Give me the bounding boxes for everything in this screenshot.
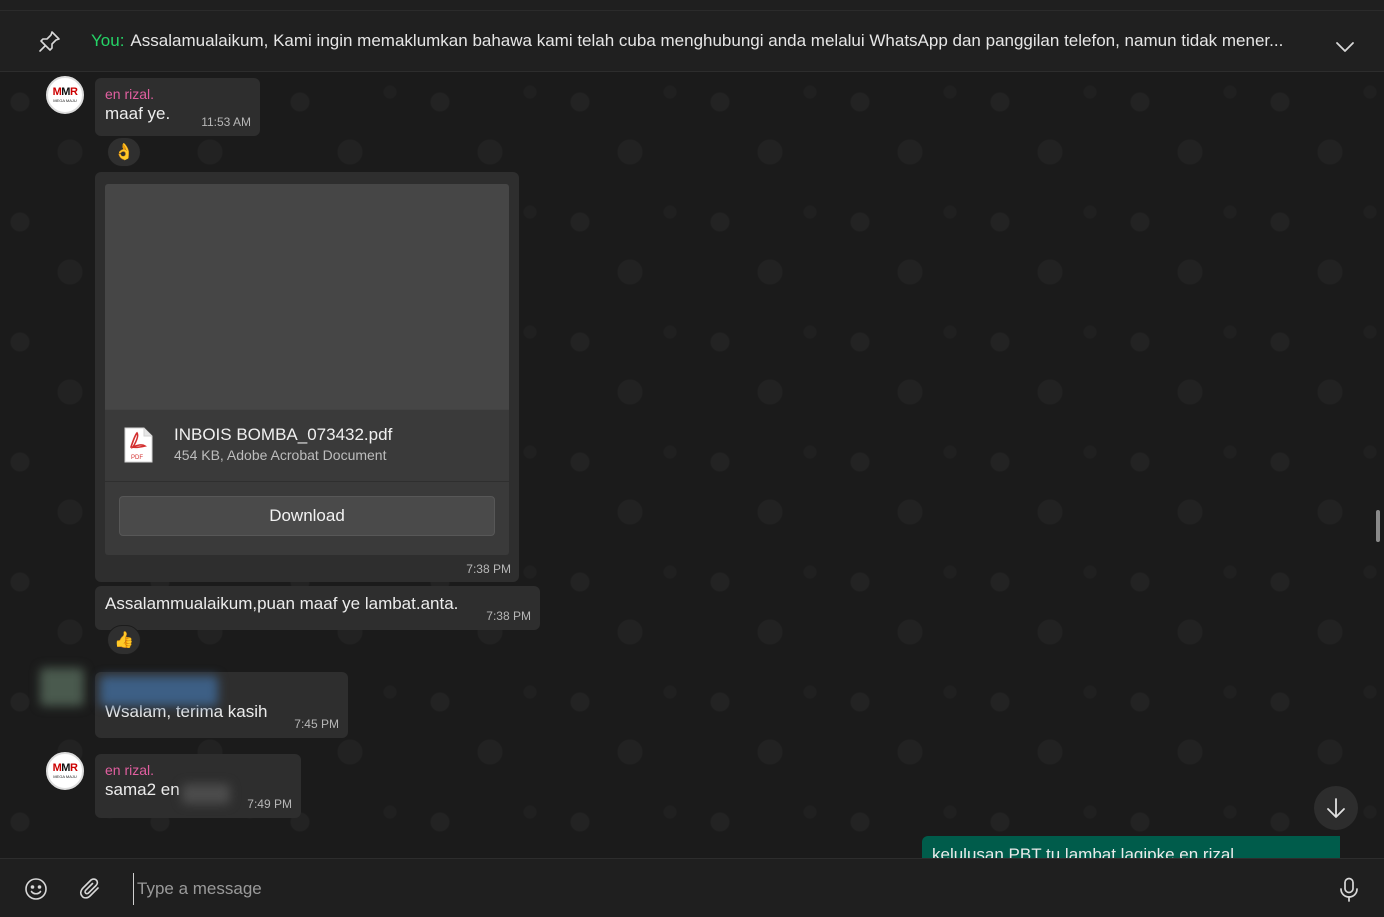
pinned-message-text[interactable]: You: Assalamualaikum, Kami ingin memaklum… [91, 31, 1321, 51]
message-text: sama2 en [105, 780, 180, 799]
outgoing-message-bubble[interactable]: kelulusan PBT tu lambat lagipke en rizal [922, 836, 1340, 858]
microphone-icon[interactable] [1338, 877, 1360, 903]
document-message[interactable]: PDF INBOIS BOMBA_073432.pdf 454 KB, Adob… [95, 172, 519, 582]
message-text: Assalammualaikum,puan maaf ye lambat.ant… [105, 594, 459, 613]
message-bubble[interactable]: Assalammualaikum,puan maaf ye lambat.ant… [95, 586, 540, 630]
paperclip-icon[interactable] [78, 877, 102, 901]
pdf-file-icon: PDF [124, 427, 153, 463]
document-name: INBOIS BOMBA_073432.pdf [174, 425, 393, 444]
message-time: 7:45 PM [294, 717, 339, 731]
window-top-edge [0, 0, 1384, 11]
message-reaction[interactable]: 👍 [107, 625, 141, 655]
avatar-logo: MMR [52, 762, 78, 774]
message-text: maaf ye. [105, 104, 171, 123]
scroll-to-bottom-button[interactable] [1314, 786, 1358, 830]
message-bubble[interactable]: en rizal. maaf ye. 11:53 AM [95, 78, 260, 136]
avatar[interactable]: MMR MEGA MAJU [46, 76, 84, 114]
pinned-sender-you: You: [91, 31, 125, 50]
scrollbar-thumb[interactable] [1376, 510, 1380, 542]
redacted-sender [100, 676, 218, 706]
message-reaction[interactable]: 👌 [107, 137, 141, 167]
redacted-name [182, 784, 230, 804]
document-meta: 454 KB, Adobe Acrobat Document [174, 447, 387, 463]
redacted-avatar [40, 668, 84, 706]
avatar[interactable]: MMR MEGA MAJU [46, 752, 84, 790]
avatar-logo: MMR [52, 86, 78, 98]
document-actions: Download [105, 481, 509, 555]
pin-icon[interactable] [38, 29, 62, 53]
message-text: kelulusan PBT tu lambat lagipke en rizal [932, 845, 1235, 858]
pinned-message-body: Assalamualaikum, Kami ingin memaklumkan … [130, 31, 1284, 50]
chevron-down-icon[interactable] [1335, 41, 1355, 53]
avatar-subtext: MEGA MAJU [53, 98, 77, 103]
chat-area[interactable]: MMR MEGA MAJU en rizal. maaf ye. 11:53 A… [0, 72, 1384, 858]
message-time: 7:38 PM [466, 562, 511, 576]
arrow-down-icon [1327, 798, 1345, 818]
avatar-subtext: MEGA MAJU [53, 774, 77, 779]
svg-text:PDF: PDF [131, 455, 143, 461]
message-composer [0, 858, 1384, 917]
document-preview[interactable] [105, 184, 509, 409]
emoji-icon[interactable] [24, 877, 48, 901]
sender-name[interactable]: en rizal. [105, 86, 250, 102]
message-time: 7:38 PM [486, 609, 531, 623]
sender-name[interactable]: en rizal. [105, 762, 291, 778]
message-input[interactable] [133, 873, 1283, 905]
download-button[interactable]: Download [119, 496, 495, 536]
document-info[interactable]: PDF INBOIS BOMBA_073432.pdf 454 KB, Adob… [105, 409, 509, 481]
message-time: 7:49 PM [247, 797, 292, 811]
pinned-message-bar[interactable]: You: Assalamualaikum, Kami ingin memaklum… [0, 11, 1384, 72]
message-time: 11:53 AM [201, 115, 251, 129]
